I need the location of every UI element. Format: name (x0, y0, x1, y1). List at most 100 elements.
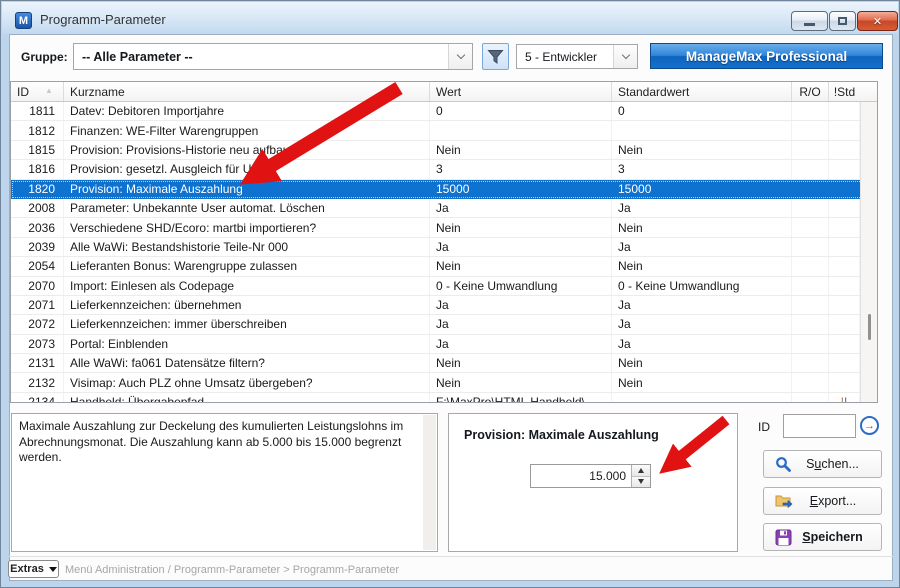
cell-id[interactable]: 2134 (11, 393, 64, 403)
cell-std[interactable]: Ja (612, 199, 792, 217)
cell-ro[interactable] (792, 257, 829, 275)
group-select[interactable]: -- Alle Parameter -- (73, 43, 473, 70)
cell-ro[interactable] (792, 277, 829, 295)
table-row[interactable]: 2054Lieferanten Bonus: Warengruppe zulas… (11, 257, 877, 276)
table-scrollbar[interactable] (860, 102, 877, 402)
cell-id[interactable]: 2071 (11, 296, 64, 314)
cell-name[interactable]: Datev: Debitoren Importjahre (64, 102, 430, 120)
cell-nstd[interactable] (829, 296, 860, 314)
cell-id[interactable]: 2039 (11, 238, 64, 256)
chevron-down-icon[interactable] (613, 45, 637, 68)
cell-nstd[interactable] (829, 199, 860, 217)
spinner-value[interactable]: 15.000 (531, 465, 631, 487)
cell-name[interactable]: Verschiedene SHD/Ecoro: martbi importier… (64, 218, 430, 236)
cell-wert[interactable]: Nein (430, 354, 612, 372)
cell-nstd[interactable] (829, 277, 860, 295)
cell-std[interactable]: Ja (612, 296, 792, 314)
go-to-id-icon[interactable]: → (860, 416, 879, 435)
cell-name[interactable]: Lieferkennzeichen: übernehmen (64, 296, 430, 314)
cell-nstd[interactable] (829, 102, 860, 120)
cell-id[interactable]: 2072 (11, 315, 64, 333)
cell-nstd[interactable] (829, 257, 860, 275)
id-input[interactable] (783, 414, 856, 438)
cell-ro[interactable] (792, 373, 829, 391)
table-row[interactable]: 2039Alle WaWi: Bestandshistorie Teile-Nr… (11, 238, 877, 257)
cell-wert[interactable]: Ja (430, 199, 612, 217)
extras-menu-button[interactable]: Extras (8, 560, 59, 578)
cell-wert[interactable]: Ja (430, 238, 612, 256)
table-row[interactable]: 2008Parameter: Unbekannte User automat. … (11, 199, 877, 218)
cell-nstd[interactable] (829, 180, 860, 198)
column-header-wert[interactable]: Wert (430, 82, 612, 101)
cell-std[interactable]: Nein (612, 354, 792, 372)
cell-ro[interactable] (792, 354, 829, 372)
column-header-nstd[interactable]: !Std (829, 82, 860, 101)
column-header-standardwert[interactable]: Standardwert (612, 82, 792, 101)
cell-ro[interactable] (792, 393, 829, 403)
cell-id[interactable]: 2036 (11, 218, 64, 236)
cell-std[interactable]: 15000 (612, 180, 792, 198)
cell-id[interactable]: 2054 (11, 257, 64, 275)
cell-wert[interactable]: 15000 (430, 180, 612, 198)
cell-wert[interactable]: 0 (430, 102, 612, 120)
cell-ro[interactable] (792, 160, 829, 178)
description-scrollbar[interactable] (423, 415, 436, 550)
cell-ro[interactable] (792, 296, 829, 314)
cell-wert[interactable]: Ja (430, 335, 612, 353)
export-button[interactable]: Export... (763, 487, 882, 515)
cell-std[interactable]: Nein (612, 373, 792, 391)
cell-name[interactable]: Provision: Provisions-Historie neu aufba… (64, 141, 430, 159)
cell-name[interactable]: Import: Einlesen als Codepage (64, 277, 430, 295)
cell-std[interactable]: Ja (612, 335, 792, 353)
table-row[interactable]: 2073Portal: EinblendenJaJa (11, 335, 877, 354)
cell-id[interactable]: 2073 (11, 335, 64, 353)
cell-wert[interactable]: Nein (430, 218, 612, 236)
cell-id[interactable]: 2131 (11, 354, 64, 372)
table-row[interactable]: 2071Lieferkennzeichen: übernehmenJaJa (11, 296, 877, 315)
save-button[interactable]: Speichern (763, 523, 882, 551)
cell-std[interactable]: 0 (612, 102, 792, 120)
spinner-down-button[interactable] (632, 477, 650, 488)
cell-std[interactable]: 0 - Keine Umwandlung (612, 277, 792, 295)
cell-id[interactable]: 1816 (11, 160, 64, 178)
cell-std[interactable]: 3 (612, 160, 792, 178)
cell-nstd[interactable]: !! (829, 393, 860, 403)
cell-name[interactable]: Parameter: Unbekannte User automat. Lösc… (64, 199, 430, 217)
cell-name[interactable]: Provision: Maximale Auszahlung (64, 180, 430, 198)
table-row[interactable]: 1811Datev: Debitoren Importjahre00 (11, 102, 877, 121)
chevron-down-icon[interactable] (448, 44, 472, 69)
cell-nstd[interactable] (829, 335, 860, 353)
cell-name[interactable]: Provision: gesetzl. Ausgleich für U (64, 160, 430, 178)
search-button[interactable]: Suchen... (763, 450, 882, 478)
table-row[interactable]: 2036Verschiedene SHD/Ecoro: martbi impor… (11, 218, 877, 237)
cell-name[interactable]: Handheld: Übergabepfad (64, 393, 430, 403)
cell-wert[interactable]: Nein (430, 373, 612, 391)
cell-name[interactable]: Finanzen: WE-Filter Warengruppen (64, 121, 430, 139)
cell-ro[interactable] (792, 218, 829, 236)
cell-name[interactable]: Portal: Einblenden (64, 335, 430, 353)
cell-wert[interactable]: 3 (430, 160, 612, 178)
cell-id[interactable]: 1812 (11, 121, 64, 139)
cell-wert[interactable]: Nein (430, 141, 612, 159)
cell-id[interactable]: 1820 (11, 180, 64, 198)
level-select[interactable]: 5 - Entwickler (516, 44, 638, 69)
cell-nstd[interactable] (829, 160, 860, 178)
value-spinner[interactable]: 15.000 (530, 464, 651, 488)
cell-name[interactable]: Lieferanten Bonus: Warengruppe zulassen (64, 257, 430, 275)
close-button[interactable]: ✕ (857, 11, 898, 31)
filter-button[interactable] (482, 43, 509, 70)
table-row[interactable]: 2131Alle WaWi: fa061 Datensätze filtern?… (11, 354, 877, 373)
table-row[interactable]: 1816Provision: gesetzl. Ausgleich für U3… (11, 160, 877, 179)
cell-std[interactable] (612, 121, 792, 139)
cell-wert[interactable]: Ja (430, 296, 612, 314)
cell-std[interactable]: Nein (612, 218, 792, 236)
cell-nstd[interactable] (829, 121, 860, 139)
spinner-up-button[interactable] (632, 465, 650, 477)
cell-name[interactable]: Alle WaWi: Bestandshistorie Teile-Nr 000 (64, 238, 430, 256)
cell-id[interactable]: 2132 (11, 373, 64, 391)
cell-id[interactable]: 1811 (11, 102, 64, 120)
cell-wert[interactable]: Nein (430, 257, 612, 275)
cell-ro[interactable] (792, 102, 829, 120)
cell-std[interactable]: Ja (612, 238, 792, 256)
cell-nstd[interactable] (829, 238, 860, 256)
